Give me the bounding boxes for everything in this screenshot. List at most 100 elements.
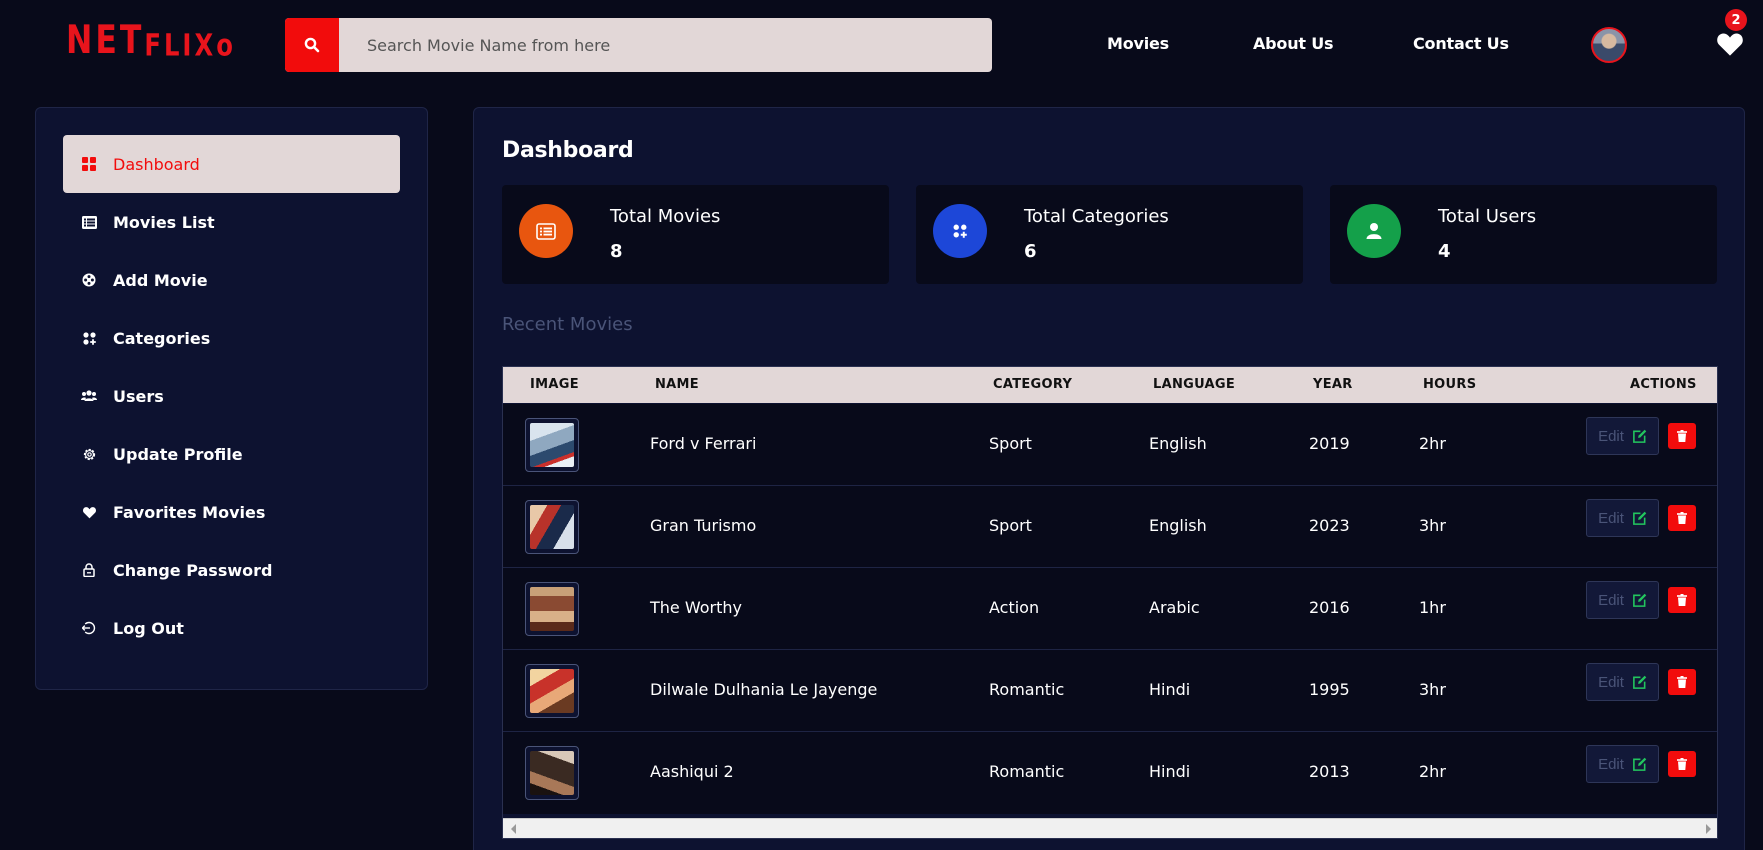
edit-label: Edit (1598, 673, 1624, 691)
movie-thumbnail[interactable] (525, 746, 579, 800)
movie-name: Dilwale Dulhania Le Jayenge (650, 680, 878, 699)
heart-icon (81, 504, 97, 520)
edit-icon (1633, 757, 1647, 771)
sidebar-item-label: Dashboard (113, 154, 200, 174)
stat-card-total-movies: Total Movies 8 (502, 185, 889, 284)
sidebar-item-change-password[interactable]: Change Password (63, 541, 400, 599)
sidebar-item-add-movie[interactable]: Add Movie (63, 251, 400, 309)
delete-button[interactable] (1668, 751, 1696, 777)
delete-button[interactable] (1668, 669, 1696, 695)
search-input[interactable] (339, 18, 992, 72)
stat-circle (933, 204, 987, 258)
movie-hours: 2hr (1419, 762, 1446, 781)
movie-language: English (1149, 516, 1207, 535)
delete-button[interactable] (1668, 423, 1696, 449)
movie-category: Sport (989, 516, 1032, 535)
delete-button[interactable] (1668, 587, 1696, 613)
movie-thumbnail[interactable] (525, 418, 579, 472)
sidebar-item-update-profile[interactable]: Update Profile (63, 425, 400, 483)
column-header: ACTIONS (1630, 377, 1697, 392)
list-icon (81, 214, 97, 230)
table-header: IMAGE NAME CATEGORY LANGUAGE YEAR HOURS … (503, 367, 1717, 403)
edit-icon (1633, 429, 1647, 443)
nav-about-us-link[interactable]: About Us (1253, 34, 1334, 53)
search-bar (285, 18, 992, 72)
horizontal-scrollbar[interactable] (503, 818, 1717, 838)
sidebar-item-users[interactable]: Users (63, 367, 400, 425)
movie-name: Ford v Ferrari (650, 434, 757, 453)
edit-label: Edit (1598, 591, 1624, 609)
scrollbar-track[interactable] (523, 823, 1699, 835)
sidebar-item-label: Movies List (113, 212, 215, 232)
stat-value: 4 (1438, 241, 1451, 262)
edit-button[interactable]: Edit (1586, 663, 1659, 701)
movie-thumbnail[interactable] (525, 500, 579, 554)
page-title: Dashboard (502, 138, 634, 163)
trash-icon (1677, 758, 1687, 770)
scroll-left-arrow-icon[interactable] (511, 824, 516, 834)
search-icon (304, 37, 320, 53)
main-panel: Dashboard Total Movies 8 Total Categorie… (473, 107, 1745, 850)
avatar[interactable] (1591, 27, 1627, 63)
edit-button[interactable]: Edit (1586, 745, 1659, 783)
movie-name: The Worthy (650, 598, 742, 617)
movie-thumbnail[interactable] (525, 582, 579, 636)
movie-category: Action (989, 598, 1040, 617)
netflixo-logo[interactable]: NET FLIXo (66, 21, 236, 61)
edit-label: Edit (1598, 755, 1624, 773)
edit-button[interactable]: Edit (1586, 581, 1659, 619)
movie-language: Hindi (1149, 680, 1191, 699)
search-button[interactable] (285, 18, 339, 72)
edit-button[interactable]: Edit (1586, 499, 1659, 537)
trash-icon (1677, 430, 1687, 442)
favorites-count-badge: 2 (1725, 9, 1747, 31)
sidebar-item-label: Add Movie (113, 270, 208, 290)
favorites-button[interactable] (1714, 28, 1746, 60)
stat-value: 8 (610, 241, 623, 262)
users-icon (81, 388, 97, 404)
nav-contact-us-link[interactable]: Contact Us (1413, 34, 1509, 53)
edit-button[interactable]: Edit (1586, 417, 1659, 455)
nav-movies-link[interactable]: Movies (1107, 34, 1169, 53)
sidebar-item-movies-list[interactable]: Movies List (63, 193, 400, 251)
edit-label: Edit (1598, 427, 1624, 445)
sidebar-item-favorites-movies[interactable]: Favorites Movies (63, 483, 400, 541)
recent-movies-heading: Recent Movies (502, 314, 633, 335)
table-row: Aashiqui 2 Romantic Hindi 2013 2hr Edit (503, 732, 1717, 814)
movie-hours: 1hr (1419, 598, 1446, 617)
sidebar-item-label: Update Profile (113, 444, 243, 464)
top-navbar: NETFLIXo Movies About Us Contact Us 2 (0, 0, 1763, 92)
trash-icon (1677, 512, 1687, 524)
movie-year: 2016 (1309, 598, 1350, 617)
movie-thumbnail[interactable] (525, 664, 579, 718)
sidebar-item-dashboard[interactable]: Dashboard (63, 135, 400, 193)
recent-movies-table: IMAGE NAME CATEGORY LANGUAGE YEAR HOURS … (502, 366, 1718, 839)
stat-label: Total Users (1438, 206, 1537, 227)
stat-label: Total Movies (610, 206, 721, 227)
table-row: Ford v Ferrari Sport English 2019 2hr Ed… (503, 404, 1717, 486)
table-row: The Worthy Action Arabic 2016 1hr Edit (503, 568, 1717, 650)
sidebar-item-label: Users (113, 386, 164, 406)
edit-icon (1633, 511, 1647, 525)
movie-language: English (1149, 434, 1207, 453)
movie-hours: 3hr (1419, 680, 1446, 699)
list-icon (536, 222, 556, 240)
stat-label: Total Categories (1024, 206, 1169, 227)
trash-icon (1677, 594, 1687, 606)
movie-hours: 3hr (1419, 516, 1446, 535)
sidebar-item-categories[interactable]: Categories (63, 309, 400, 367)
column-header: LANGUAGE (1153, 377, 1236, 392)
movie-year: 2019 (1309, 434, 1350, 453)
user-icon (1366, 223, 1382, 239)
dashboard-grid-icon (81, 156, 97, 172)
edit-icon (1633, 675, 1647, 689)
edit-icon (1633, 593, 1647, 607)
sidebar-item-label: Log Out (113, 618, 184, 638)
movie-year: 2023 (1309, 516, 1350, 535)
scroll-right-arrow-icon[interactable] (1706, 824, 1711, 834)
movie-language: Hindi (1149, 762, 1191, 781)
delete-button[interactable] (1668, 505, 1696, 531)
sidebar-item-log-out[interactable]: Log Out (63, 599, 400, 657)
table-row: Dilwale Dulhania Le Jayenge Romantic Hin… (503, 650, 1717, 732)
logout-icon (81, 620, 97, 636)
